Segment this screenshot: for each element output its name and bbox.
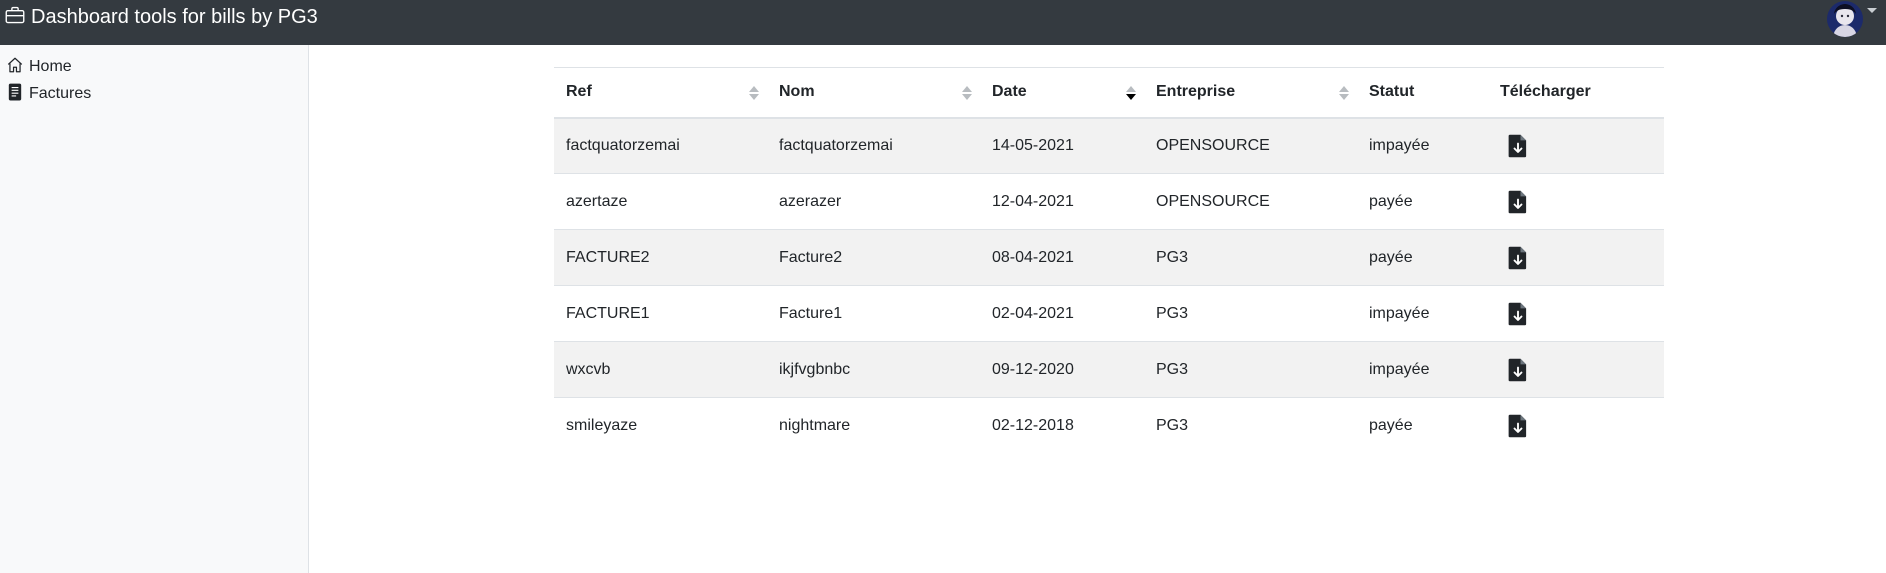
cell-ref: FACTURE2 <box>554 229 767 286</box>
top-navbar: Dashboard tools for bills by PG3 <box>0 0 1886 45</box>
cell-date: 14-05-2021 <box>980 117 1144 174</box>
cell-entreprise: OPENSOURCE <box>1144 173 1357 230</box>
file-download-icon[interactable] <box>1508 246 1528 270</box>
cell-statut: payée <box>1357 173 1488 230</box>
table-body: factquatorzemai factquatorzemai 14-05-20… <box>554 117 1664 454</box>
column-header-ref[interactable]: Ref <box>554 67 767 119</box>
sort-desc-icon[interactable] <box>1126 86 1136 102</box>
cell-date: 12-04-2021 <box>980 173 1144 230</box>
cell-entreprise: PG3 <box>1144 285 1357 342</box>
cell-statut: impayée <box>1357 285 1488 342</box>
file-text-icon <box>6 83 29 106</box>
house-icon <box>6 56 29 79</box>
cell-statut: impayée <box>1357 341 1488 398</box>
cell-telecharger <box>1488 285 1664 342</box>
sort-icon[interactable] <box>962 86 972 102</box>
caret-down-icon[interactable] <box>1867 8 1877 13</box>
cell-nom: Facture1 <box>767 285 980 342</box>
app-title: Dashboard tools for bills by PG3 <box>31 6 318 28</box>
column-header-label: Ref <box>566 83 592 101</box>
cell-telecharger <box>1488 117 1664 174</box>
sort-icon[interactable] <box>1339 86 1349 102</box>
column-header-entreprise[interactable]: Entreprise <box>1144 67 1357 119</box>
column-header-date[interactable]: Date <box>980 67 1144 119</box>
sidebar-item-label: Home <box>29 58 72 75</box>
cell-nom: azerazer <box>767 173 980 230</box>
invoices-table: Ref Nom Date Entreprise Statut Télécharg… <box>554 67 1664 454</box>
cell-ref: wxcvb <box>554 341 767 398</box>
sidebar: Home Factures <box>0 45 309 573</box>
cell-nom: ikjfvgbnbc <box>767 341 980 398</box>
sidebar-item-label: Factures <box>29 85 92 102</box>
column-header-label: Télécharger <box>1500 83 1591 101</box>
cell-date: 02-12-2018 <box>980 397 1144 454</box>
brand[interactable]: Dashboard tools for bills by PG3 <box>5 6 318 28</box>
cell-statut: payée <box>1357 397 1488 454</box>
file-download-icon[interactable] <box>1508 134 1528 158</box>
sidebar-item-factures[interactable]: Factures <box>6 82 91 106</box>
cell-telecharger <box>1488 173 1664 230</box>
cell-ref: factquatorzemai <box>554 117 767 174</box>
column-header-label: Nom <box>779 83 815 101</box>
cell-entreprise: OPENSOURCE <box>1144 117 1357 174</box>
cell-entreprise: PG3 <box>1144 229 1357 286</box>
cell-date: 08-04-2021 <box>980 229 1144 286</box>
file-download-icon[interactable] <box>1508 302 1528 326</box>
cell-ref: FACTURE1 <box>554 285 767 342</box>
user-avatar[interactable] <box>1827 1 1863 37</box>
cell-statut: payée <box>1357 229 1488 286</box>
cell-telecharger <box>1488 397 1664 454</box>
column-header-telecharger: Télécharger <box>1488 67 1664 119</box>
column-header-nom[interactable]: Nom <box>767 67 980 119</box>
cell-date: 09-12-2020 <box>980 341 1144 398</box>
cell-ref: smileyaze <box>554 397 767 454</box>
file-download-icon[interactable] <box>1508 358 1528 382</box>
briefcase-icon <box>5 5 31 30</box>
column-header-label: Entreprise <box>1156 83 1236 101</box>
cell-ref: azertaze <box>554 173 767 230</box>
file-download-icon[interactable] <box>1508 190 1528 214</box>
table-row: wxcvb ikjfvgbnbc 09-12-2020 PG3 impayée <box>554 341 1664 398</box>
table-row: factquatorzemai factquatorzemai 14-05-20… <box>554 117 1664 174</box>
cell-telecharger <box>1488 229 1664 286</box>
cell-nom: Facture2 <box>767 229 980 286</box>
sidebar-item-home[interactable]: Home <box>6 55 72 79</box>
table-row: smileyaze nightmare 02-12-2018 PG3 payée <box>554 397 1664 454</box>
file-download-icon[interactable] <box>1508 414 1528 438</box>
table-row: FACTURE1 Facture1 02-04-2021 PG3 impayée <box>554 285 1664 342</box>
sort-icon[interactable] <box>749 86 759 102</box>
invoices-table-container: Ref Nom Date Entreprise Statut Télécharg… <box>554 67 1664 454</box>
cell-entreprise: PG3 <box>1144 341 1357 398</box>
cell-nom: factquatorzemai <box>767 117 980 174</box>
column-header-statut: Statut <box>1357 67 1488 119</box>
cell-entreprise: PG3 <box>1144 397 1357 454</box>
cell-nom: nightmare <box>767 397 980 454</box>
table-row: FACTURE2 Facture2 08-04-2021 PG3 payée <box>554 229 1664 286</box>
table-row: azertaze azerazer 12-04-2021 OPENSOURCE … <box>554 173 1664 230</box>
cell-statut: impayée <box>1357 117 1488 174</box>
cell-date: 02-04-2021 <box>980 285 1144 342</box>
column-header-label: Date <box>992 83 1027 101</box>
table-header-row: Ref Nom Date Entreprise Statut Télécharg… <box>554 67 1664 119</box>
column-header-label: Statut <box>1369 83 1415 101</box>
cell-telecharger <box>1488 341 1664 398</box>
